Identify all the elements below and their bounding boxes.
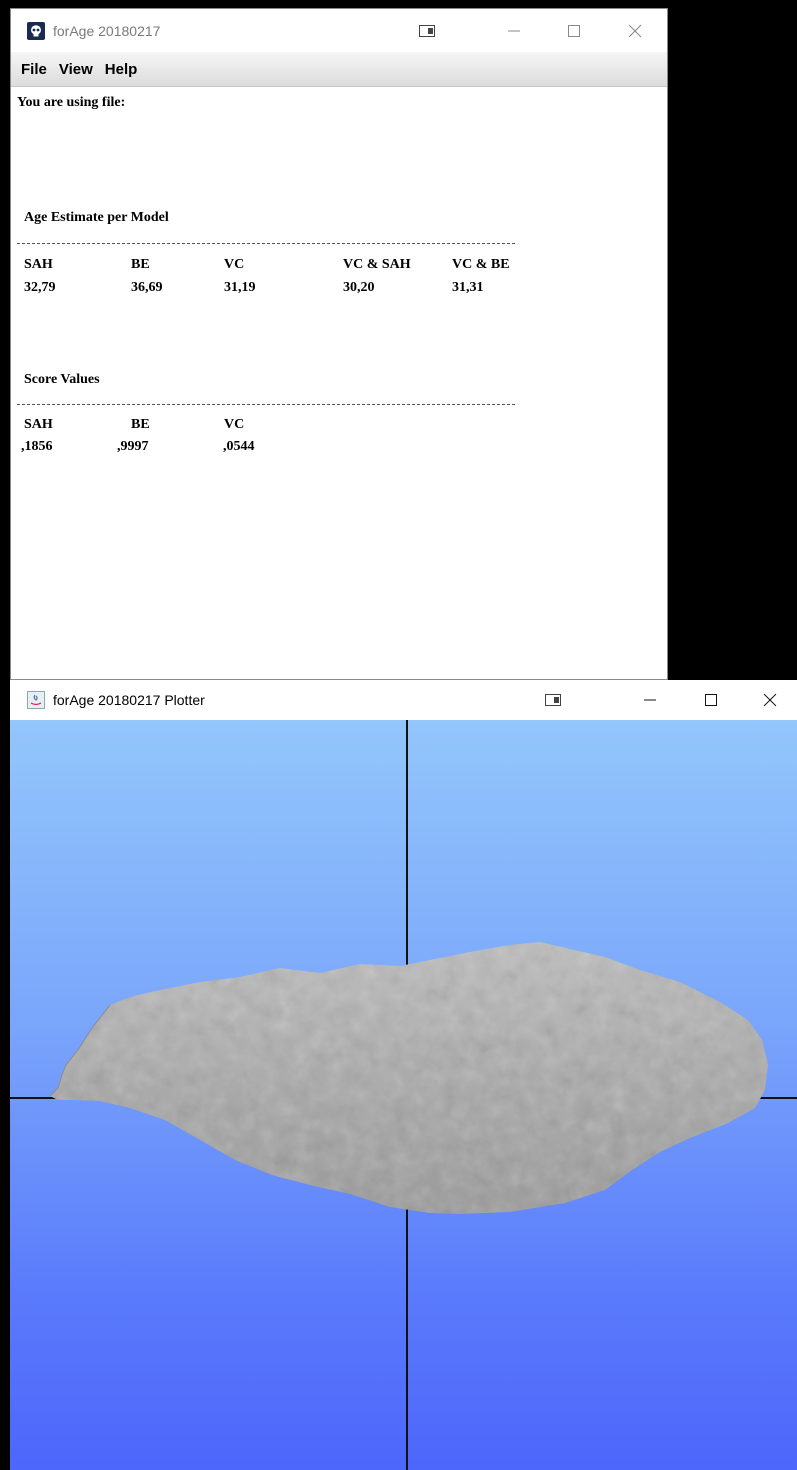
menu-bar: File View Help — [11, 52, 667, 87]
score-header-vc: VC — [224, 417, 245, 432]
score-header-sah: SAH — [24, 417, 53, 432]
window-title: forAge 20180217 — [53, 22, 161, 39]
age-value-be: 36,69 — [131, 280, 163, 295]
close-button[interactable] — [750, 680, 790, 720]
divider — [17, 404, 515, 405]
score-section-title: Score Values — [24, 372, 100, 387]
age-header-vc: VC — [224, 257, 245, 272]
menu-file[interactable]: File — [21, 61, 47, 78]
score-value-vc: ,0544 — [223, 439, 255, 454]
plotter-title: forAge 20180217 Plotter — [53, 692, 205, 708]
minimize-button[interactable] — [494, 9, 534, 52]
bone-surface-model[interactable] — [10, 720, 797, 1470]
score-value-sah: ,1856 — [21, 439, 53, 454]
menu-help[interactable]: Help — [105, 61, 138, 78]
age-value-vc: 31,19 — [224, 280, 256, 295]
age-section-title: Age Estimate per Model — [24, 210, 169, 225]
main-window-titlebar[interactable]: forAge 20180217 — [11, 9, 667, 52]
maximize-button[interactable] — [554, 9, 594, 52]
menu-view[interactable]: View — [59, 61, 93, 78]
age-header-be: BE — [131, 257, 150, 272]
maximize-button[interactable] — [691, 680, 731, 720]
age-value-vc-sah: 30,20 — [343, 280, 375, 295]
minimize-button[interactable] — [630, 680, 670, 720]
file-label: You are using file: — [17, 95, 126, 110]
bone-texture — [50, 942, 768, 1214]
score-value-be: ,9997 — [117, 439, 149, 454]
age-value-vc-be: 31,31 — [452, 280, 484, 295]
3d-plot-canvas[interactable] — [10, 720, 797, 1470]
score-header-be: BE — [131, 417, 150, 432]
age-header-vc-sah: VC & SAH — [343, 257, 411, 272]
plotter-titlebar[interactable]: forAge 20180217 Plotter — [10, 680, 797, 720]
java-app-icon — [27, 691, 45, 709]
close-button[interactable] — [615, 9, 655, 52]
age-header-vc-be: VC & BE — [452, 257, 510, 272]
age-value-sah: 32,79 — [24, 280, 56, 295]
plotter-window: forAge 20180217 Plotter — [10, 680, 797, 1470]
main-window: forAge 20180217 File View Help You are u… — [10, 8, 668, 680]
snap-layout-icon[interactable] — [533, 680, 573, 720]
snap-layout-icon[interactable] — [407, 9, 447, 52]
age-header-sah: SAH — [24, 257, 53, 272]
skull-app-icon — [27, 21, 45, 40]
divider — [17, 243, 515, 244]
